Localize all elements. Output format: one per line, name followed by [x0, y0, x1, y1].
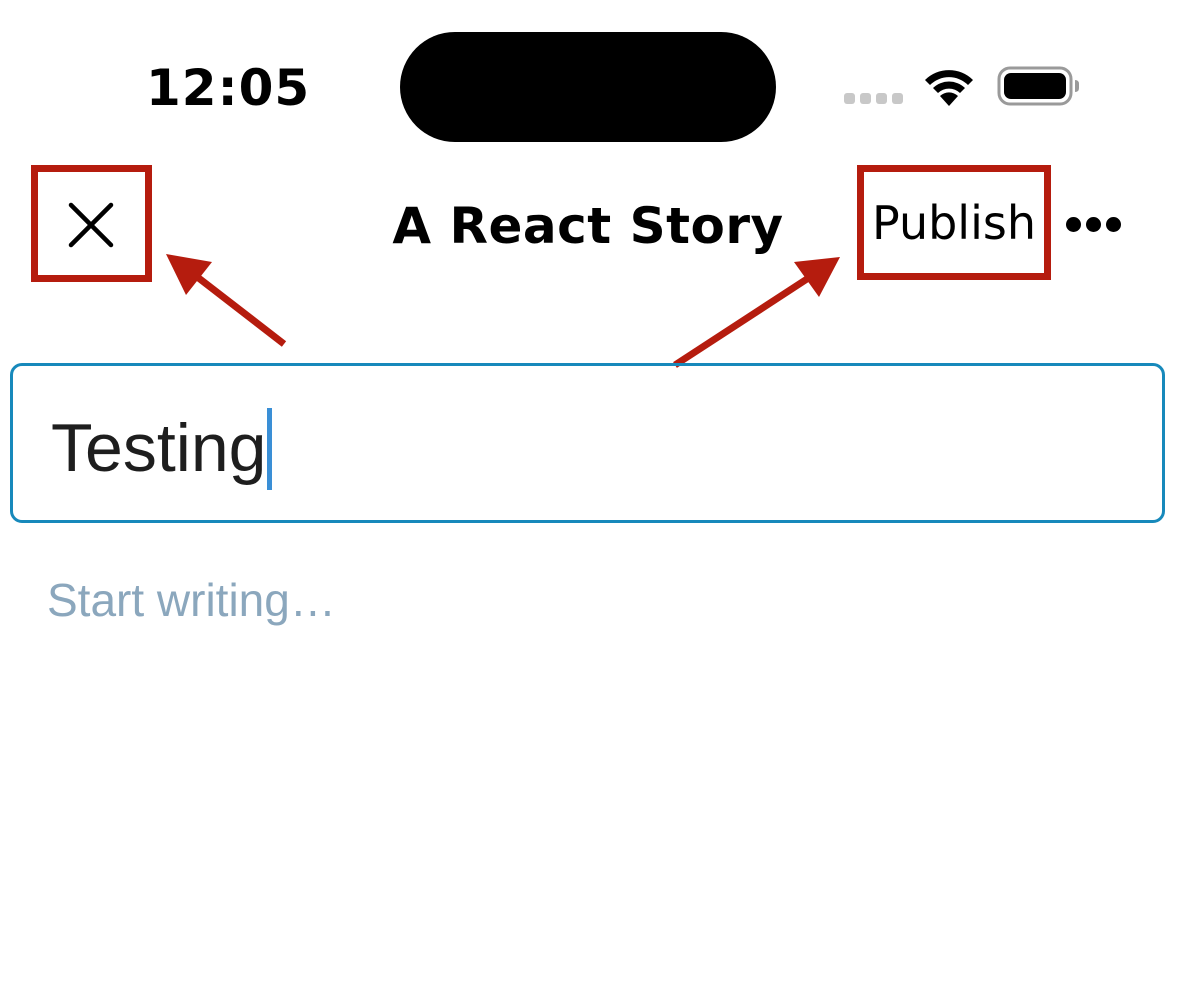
arrow-to-publish: [673, 274, 812, 368]
publish-button[interactable]: Publish: [860, 168, 1048, 278]
more-horizontal-icon: [1066, 217, 1081, 232]
battery-icon: [997, 66, 1081, 106]
text-caret: [267, 408, 273, 490]
post-title-value: Testing: [51, 410, 267, 486]
status-time: 12:05: [146, 59, 311, 117]
page-title: A React Story: [392, 197, 784, 255]
close-button[interactable]: [34, 168, 148, 278]
post-title-input[interactable]: Testing: [10, 363, 1165, 523]
wifi-icon: [921, 64, 977, 106]
more-options-button[interactable]: [1060, 208, 1126, 242]
close-icon: [68, 202, 114, 248]
post-body-input[interactable]: Start writing…: [47, 572, 336, 628]
dynamic-island: [400, 32, 776, 142]
cellular-signal-icon: [844, 93, 904, 105]
arrow-to-close: [193, 273, 287, 347]
